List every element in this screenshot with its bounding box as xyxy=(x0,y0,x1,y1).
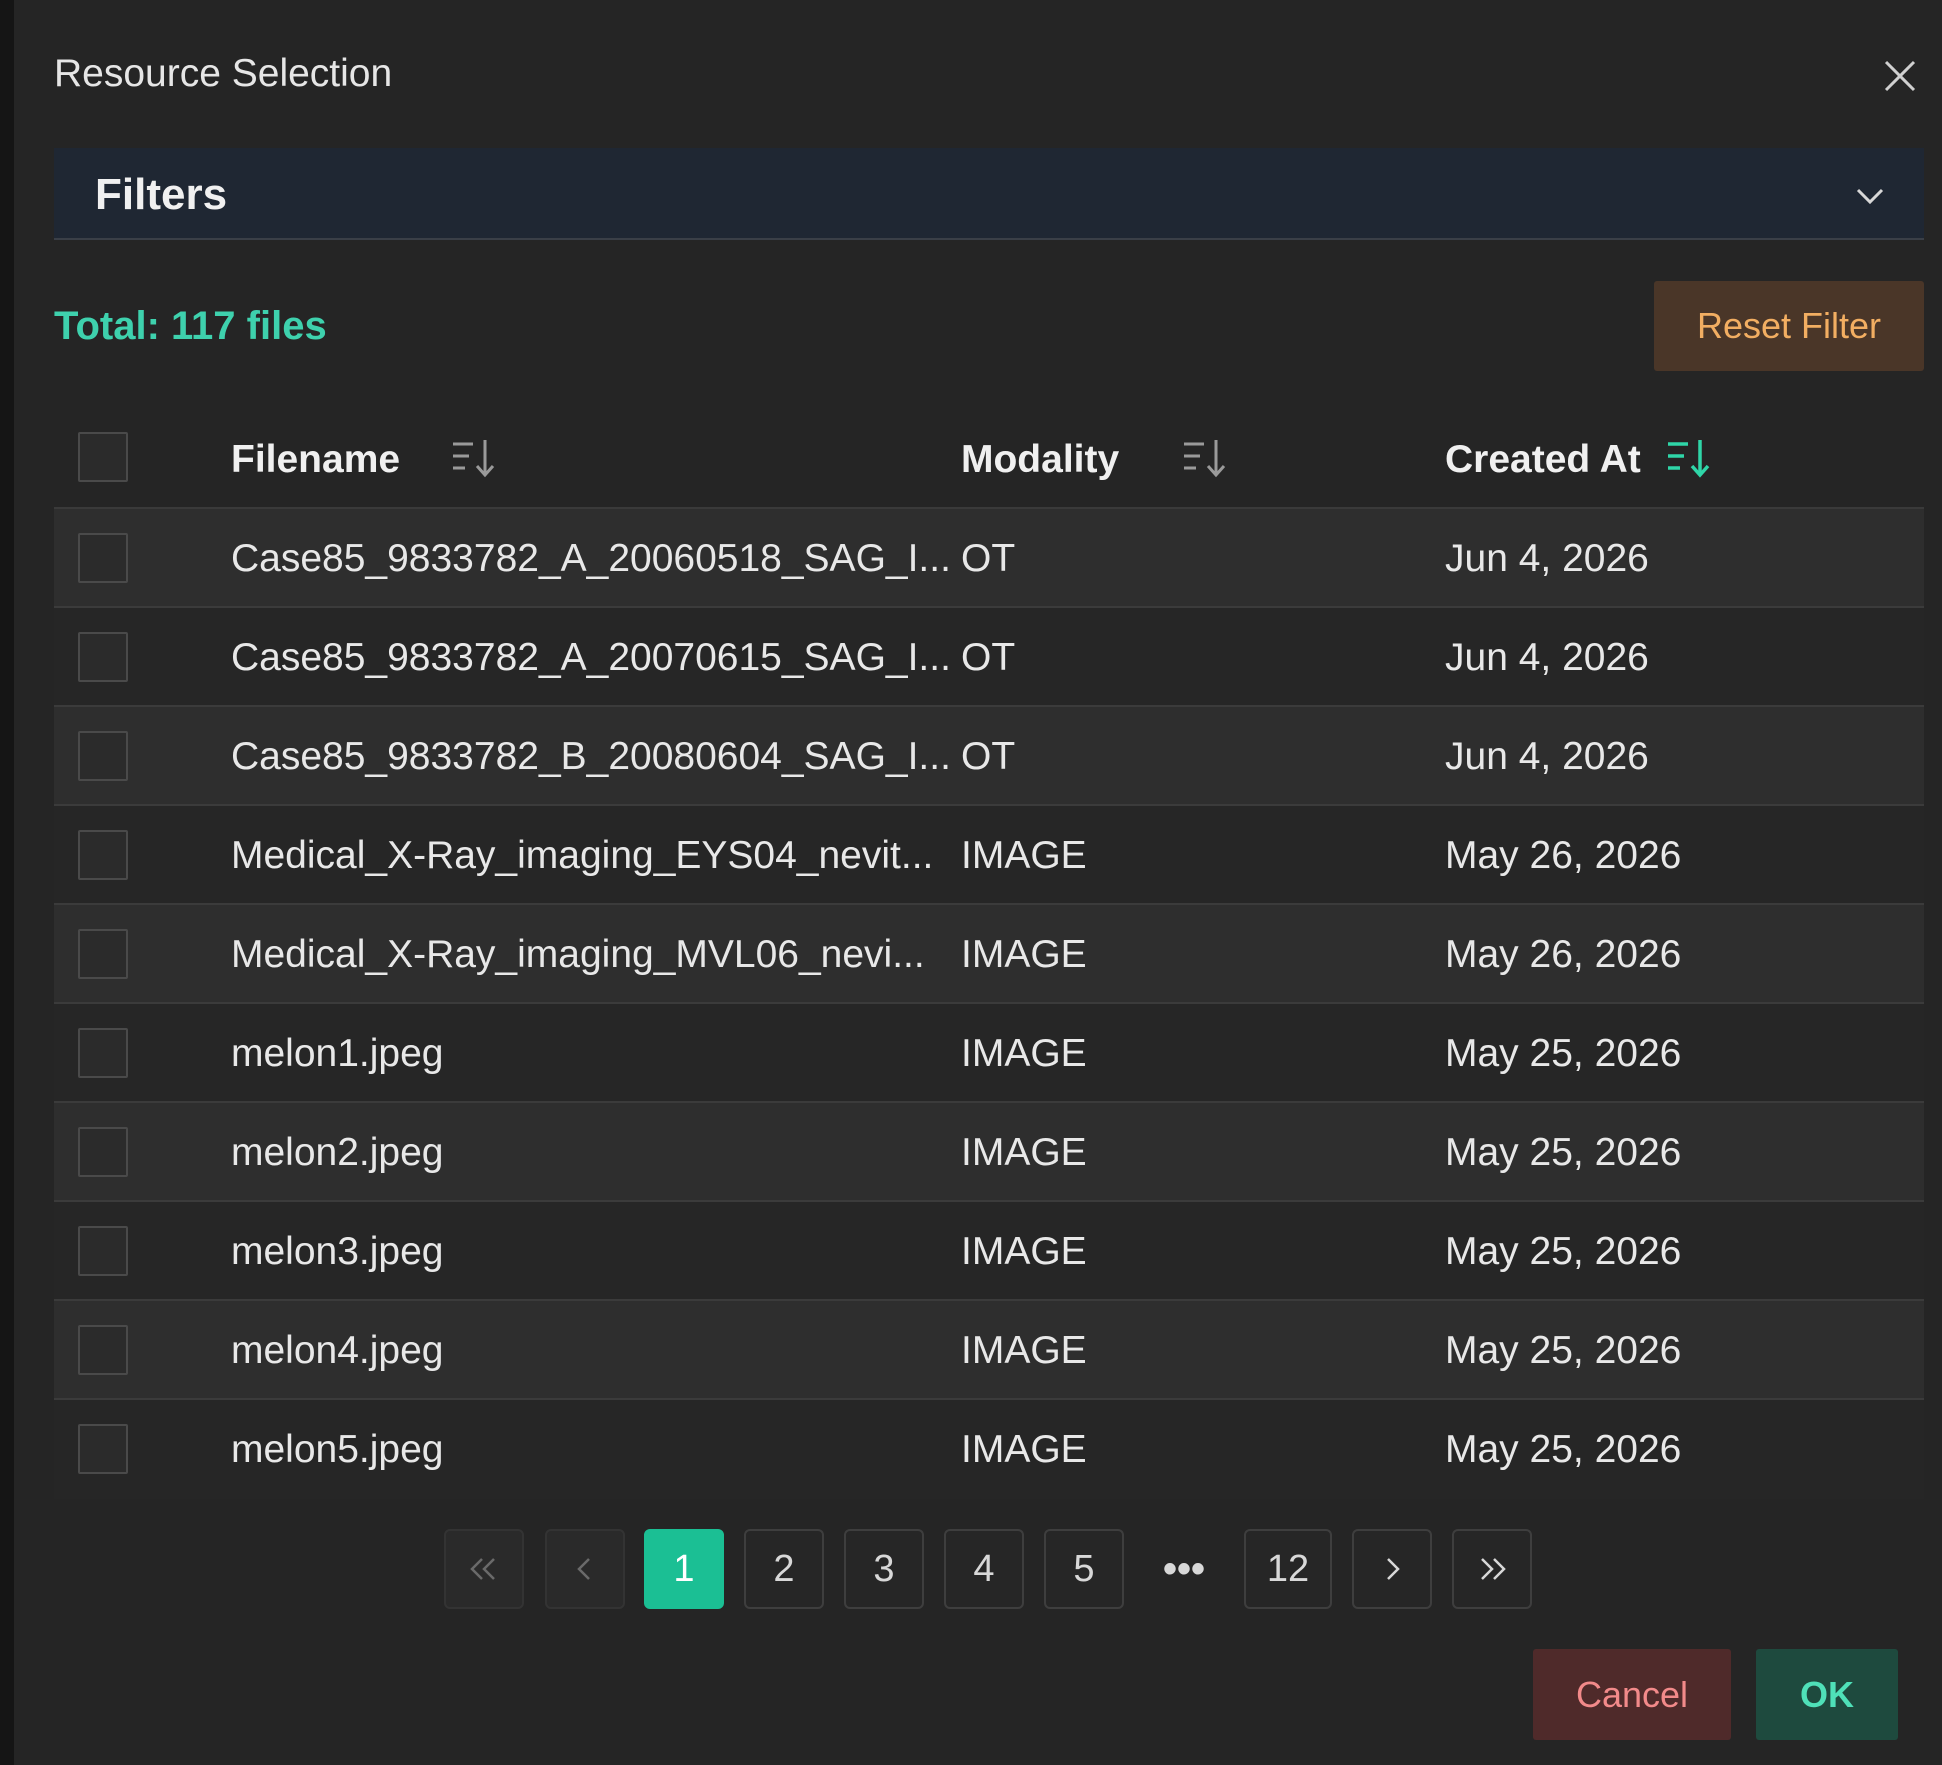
page-button-4[interactable]: 4 xyxy=(944,1529,1024,1609)
column-header-modality[interactable]: Modality xyxy=(961,438,1119,482)
resource-table: Filename Modality Created At Case85_9833… xyxy=(54,410,1924,1499)
row-checkbox[interactable] xyxy=(78,1226,128,1276)
pagination-ellipsis[interactable]: ••• xyxy=(1154,1529,1214,1609)
cell-created-at: May 26, 2026 xyxy=(1445,933,1682,976)
cell-modality: IMAGE xyxy=(961,1032,1087,1075)
resource-selection-dialog: Resource Selection Filters Total: 117 fi… xyxy=(14,0,1942,1765)
cell-filename: Case85_9833782_A_20070615_SAG_I... xyxy=(231,636,951,679)
last-page-button[interactable] xyxy=(1452,1529,1532,1609)
cell-filename: Case85_9833782_A_20060518_SAG_I... xyxy=(231,537,951,580)
cell-created-at: May 25, 2026 xyxy=(1445,1032,1682,1075)
page-button-12[interactable]: 12 xyxy=(1244,1529,1332,1609)
cell-created-at: May 25, 2026 xyxy=(1445,1230,1682,1273)
ok-button[interactable]: OK xyxy=(1756,1649,1898,1740)
reset-filter-button[interactable]: Reset Filter xyxy=(1654,281,1924,371)
cell-modality: IMAGE xyxy=(961,834,1087,877)
cell-modality: IMAGE xyxy=(961,1428,1087,1471)
cell-modality: IMAGE xyxy=(961,933,1087,976)
previous-page-button[interactable] xyxy=(545,1529,625,1609)
cell-modality: OT xyxy=(961,537,1016,580)
cell-created-at: May 25, 2026 xyxy=(1445,1329,1682,1372)
close-button[interactable] xyxy=(1876,52,1924,100)
cell-filename: Medical_X-Ray_imaging_MVL06_nevi... xyxy=(231,933,925,976)
background-edge xyxy=(0,0,14,1765)
page-button-2[interactable]: 2 xyxy=(744,1529,824,1609)
sort-filename-icon[interactable] xyxy=(449,436,501,480)
chevron-right-icon xyxy=(1387,1558,1400,1580)
dialog-title: Resource Selection xyxy=(54,52,393,95)
select-all-checkbox[interactable] xyxy=(78,432,128,482)
cell-created-at: May 25, 2026 xyxy=(1445,1131,1682,1174)
cell-modality: IMAGE xyxy=(961,1131,1087,1174)
cell-filename: melon3.jpeg xyxy=(231,1230,444,1273)
page-button-3[interactable]: 3 xyxy=(844,1529,924,1609)
filters-panel-header[interactable]: Filters xyxy=(54,148,1924,240)
row-checkbox[interactable] xyxy=(78,1127,128,1177)
row-checkbox[interactable] xyxy=(78,1028,128,1078)
cell-filename: melon4.jpeg xyxy=(231,1329,444,1372)
row-checkbox[interactable] xyxy=(78,1325,128,1375)
table-row[interactable]: melon4.jpeg IMAGE May 25, 2026 xyxy=(54,1301,1924,1400)
table-row[interactable]: Case85_9833782_A_20070615_SAG_I... OT Ju… xyxy=(54,608,1924,707)
cell-modality: IMAGE xyxy=(961,1329,1087,1372)
chevron-left-icon xyxy=(577,1558,590,1580)
page-button-1[interactable]: 1 xyxy=(644,1529,724,1609)
cell-created-at: Jun 4, 2026 xyxy=(1445,537,1649,580)
sort-modality-icon[interactable] xyxy=(1180,436,1232,480)
column-header-created-at[interactable]: Created At xyxy=(1445,438,1641,482)
cell-modality: OT xyxy=(961,636,1016,679)
cell-created-at: May 26, 2026 xyxy=(1445,834,1682,877)
table-row[interactable]: Medical_X-Ray_imaging_EYS04_nevit... IMA… xyxy=(54,806,1924,905)
cell-filename: Case85_9833782_B_20080604_SAG_I... xyxy=(231,735,951,778)
cell-modality: OT xyxy=(961,735,1016,778)
table-header: Filename Modality Created At xyxy=(54,410,1924,509)
cell-filename: melon2.jpeg xyxy=(231,1131,444,1174)
cell-modality: IMAGE xyxy=(961,1230,1087,1273)
table-row[interactable]: melon2.jpeg IMAGE May 25, 2026 xyxy=(54,1103,1924,1202)
table-row[interactable]: Medical_X-Ray_imaging_MVL06_nevi... IMAG… xyxy=(54,905,1924,1004)
double-chevron-left-icon xyxy=(470,1558,495,1580)
first-page-button[interactable] xyxy=(444,1529,524,1609)
pagination: 1 2 3 4 5 ••• 12 xyxy=(0,1529,1942,1609)
cell-created-at: Jun 4, 2026 xyxy=(1445,735,1649,778)
cell-created-at: Jun 4, 2026 xyxy=(1445,636,1649,679)
next-page-button[interactable] xyxy=(1352,1529,1432,1609)
sort-created-at-icon[interactable] xyxy=(1664,436,1716,480)
table-row[interactable]: Case85_9833782_B_20080604_SAG_I... OT Ju… xyxy=(54,707,1924,806)
table-row[interactable]: melon5.jpeg IMAGE May 25, 2026 xyxy=(54,1400,1924,1499)
row-checkbox[interactable] xyxy=(78,731,128,781)
page-button-5[interactable]: 5 xyxy=(1044,1529,1124,1609)
table-row[interactable]: Case85_9833782_A_20060518_SAG_I... OT Ju… xyxy=(54,509,1924,608)
cell-filename: melon5.jpeg xyxy=(231,1428,444,1471)
row-checkbox[interactable] xyxy=(78,1424,128,1474)
table-row[interactable]: melon1.jpeg IMAGE May 25, 2026 xyxy=(54,1004,1924,1103)
filters-title: Filters xyxy=(95,170,228,219)
chevron-down-icon xyxy=(1856,188,1884,205)
row-checkbox[interactable] xyxy=(78,632,128,682)
total-files-count: Total: 117 files xyxy=(54,304,327,348)
cancel-button[interactable]: Cancel xyxy=(1533,1649,1731,1740)
column-header-filename[interactable]: Filename xyxy=(231,438,400,482)
cell-filename: Medical_X-Ray_imaging_EYS04_nevit... xyxy=(231,834,934,877)
close-icon xyxy=(1884,60,1916,92)
cell-filename: melon1.jpeg xyxy=(231,1032,444,1075)
row-checkbox[interactable] xyxy=(78,929,128,979)
row-checkbox[interactable] xyxy=(78,533,128,583)
table-row[interactable]: melon3.jpeg IMAGE May 25, 2026 xyxy=(54,1202,1924,1301)
double-chevron-right-icon xyxy=(1481,1558,1506,1580)
row-checkbox[interactable] xyxy=(78,830,128,880)
cell-created-at: May 25, 2026 xyxy=(1445,1428,1682,1471)
